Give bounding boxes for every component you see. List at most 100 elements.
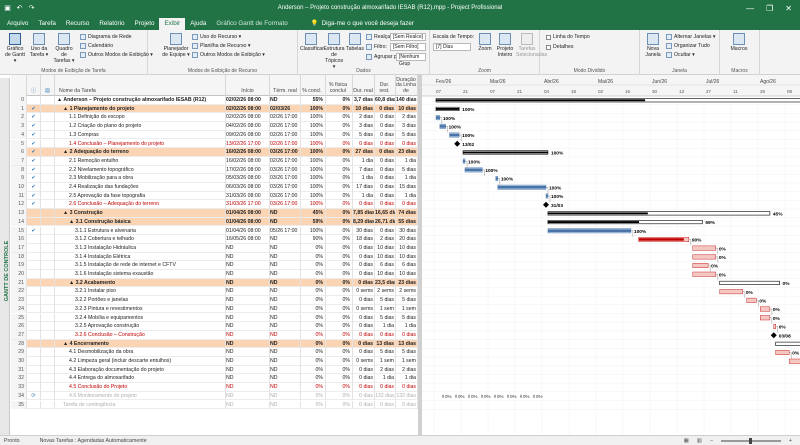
col-indicators[interactable]: ⓘ — [27, 75, 41, 96]
cell-phys[interactable]: 0% — [326, 252, 353, 262]
table-row[interactable]: 29 4.1 Desmobilização da obra ND ND 0% 0% 0 di… — [11, 348, 418, 357]
cell-ind[interactable]: ✔ — [27, 130, 41, 140]
cell-finish[interactable]: ND — [270, 96, 301, 105]
table-row[interactable]: 7 ✔ 2.1 Remoção entulho 16/02/26 08:00 02/26… — [11, 156, 418, 166]
cell-start[interactable]: ND — [226, 252, 270, 262]
table-row[interactable]: 4 ✔ 1.3 Compras 09/02/26 08:00 02/26 17:00 10… — [11, 130, 418, 140]
table-row[interactable]: 12 ✔ 2.6 Conclusão – Adequação do terreno 3… — [11, 200, 418, 210]
cell-dur[interactable]: 0 dias — [396, 139, 418, 148]
cell-ind[interactable]: ✔ — [27, 165, 41, 175]
other-task-views-button[interactable]: Outros Modos de Exibição ▾ — [80, 51, 153, 59]
cell-id[interactable]: 20 — [11, 270, 27, 279]
cell-pct[interactable]: 0% — [301, 391, 326, 401]
table-row[interactable]: 3 ✔ 1.2 Criação do plano do projeto 04/02/2… — [11, 122, 418, 131]
cell-name[interactable]: 1.1 Definição do escopo — [55, 113, 226, 122]
col-percent-complete[interactable]: % concl. — [301, 75, 326, 96]
cell-dur[interactable]: 10 dias — [396, 270, 418, 279]
cell-ind[interactable] — [27, 304, 41, 314]
table-row[interactable]: 28 ▲ 4 Encerramento ND ND 0% 0% 0 dias 13 dias 1… — [11, 339, 418, 349]
cell-name[interactable]: ▲ 1 Planejamento do projeto — [55, 104, 226, 114]
cell-adur[interactable]: 30 dias — [353, 226, 375, 235]
cell-id[interactable]: 6 — [11, 148, 27, 157]
col-physical-complete[interactable]: % física concluí — [326, 75, 353, 96]
cell-ind[interactable] — [27, 313, 41, 322]
cell-mode[interactable] — [41, 270, 55, 279]
cell-name[interactable]: 4.6 Monitoramento do projeto — [55, 391, 226, 401]
tables-button[interactable]: Tabelas — [344, 33, 366, 52]
cell-adur[interactable]: 1 dia — [353, 174, 375, 183]
cell-id[interactable]: 22 — [11, 287, 27, 296]
cell-name[interactable]: 3.1.3 Instalação Hidráulica — [55, 243, 226, 253]
cell-phys[interactable]: 0% — [326, 313, 353, 322]
cell-start[interactable]: ND — [226, 365, 270, 375]
view-gantt-icon[interactable]: ▦ — [684, 438, 689, 444]
cell-adur[interactable]: 5 dias — [353, 130, 375, 140]
cell-ind[interactable] — [27, 235, 41, 244]
cell-name[interactable]: 3.2.5 Aprovação construção — [55, 322, 226, 331]
cell-ind[interactable] — [27, 348, 41, 357]
cell-id[interactable]: 5 — [11, 139, 27, 148]
cell-finish[interactable]: ND — [270, 287, 301, 296]
cell-dur[interactable]: 1 dia — [396, 322, 418, 331]
cell-rdur[interactable]: 1 sem — [375, 357, 396, 366]
cell-ind[interactable]: ✔ — [27, 183, 41, 192]
cell-pct[interactable]: 0% — [301, 339, 326, 349]
cell-pct[interactable]: 100% — [301, 122, 326, 131]
redo-icon[interactable]: ↷ — [28, 5, 35, 12]
cell-finish[interactable]: ND — [270, 400, 301, 409]
cell-finish[interactable]: 03/26 17:00 — [270, 191, 301, 201]
cell-name[interactable]: 2.3 Mobilização para a obra — [55, 174, 226, 183]
cell-ind[interactable] — [27, 209, 41, 218]
cell-id[interactable]: 25 — [11, 313, 27, 322]
cell-pct[interactable]: 0% — [301, 348, 326, 357]
cell-phys[interactable]: 0% — [326, 113, 353, 122]
cell-name[interactable]: 3.1.1 Estrutura e alvenaria — [55, 226, 226, 235]
cell-pct[interactable]: 0% — [301, 383, 326, 392]
cell-id[interactable]: 4 — [11, 130, 27, 140]
cell-ind[interactable] — [27, 339, 41, 349]
cell-start[interactable]: 02/02/26 08:00 — [226, 96, 270, 105]
cell-rdur[interactable]: 0 dias — [375, 183, 396, 192]
cell-rdur[interactable]: 0 dias — [375, 156, 396, 166]
cell-start[interactable]: ND — [226, 357, 270, 366]
cell-start[interactable]: ND — [226, 339, 270, 349]
cell-rdur[interactable]: 5 dias — [375, 296, 396, 305]
cell-mode[interactable] — [41, 391, 55, 401]
cell-rdur[interactable]: 0 dias — [375, 200, 396, 209]
table-row[interactable]: 35 Tarefa de contingência ND ND 0% 0% 0 dias 0 … — [11, 400, 418, 410]
cell-start[interactable]: ND — [226, 243, 270, 253]
timescale-dropdown[interactable]: [7] Dias — [433, 43, 471, 51]
cell-id[interactable]: 8 — [11, 165, 27, 175]
cell-mode[interactable] — [41, 278, 55, 288]
cell-adur[interactable]: 7,85 dias — [353, 209, 375, 218]
cell-name[interactable]: 2.4 Realização das fundações — [55, 183, 226, 192]
tab-0[interactable]: Arquivo — [2, 18, 33, 30]
cell-mode[interactable] — [41, 296, 55, 305]
cell-id[interactable]: 24 — [11, 304, 27, 314]
cell-rdur[interactable]: 5 dias — [375, 313, 396, 322]
cell-dur[interactable]: 3 dias — [396, 122, 418, 131]
zoom-button[interactable]: Zoom — [474, 33, 496, 52]
cell-dur[interactable]: 6 dias — [396, 261, 418, 270]
cell-start[interactable]: 16/02/26 08:00 — [226, 156, 270, 166]
cell-rdur[interactable]: 0 dias — [375, 104, 396, 114]
cell-start[interactable]: ND — [226, 287, 270, 296]
cell-mode[interactable] — [41, 122, 55, 131]
cell-name[interactable]: 4.1 Desmobilização da obra — [55, 348, 226, 357]
cell-finish[interactable]: ND — [270, 209, 301, 218]
table-row[interactable]: 24 3.2.3 Pintura e revestimentos ND ND 0% 0% 0… — [11, 304, 418, 314]
table-row[interactable]: 5 ✔ 1.4 Conclusão – Planejamento do projet… — [11, 139, 418, 149]
cell-pct[interactable]: 0% — [301, 304, 326, 314]
cell-phys[interactable]: 0% — [326, 357, 353, 366]
cell-dur[interactable]: 0 dias — [396, 200, 418, 209]
cell-finish[interactable]: ND — [270, 217, 301, 227]
cell-rdur[interactable]: 132 dias — [375, 391, 396, 401]
cell-name[interactable]: 3.1.2 Cobertura e telhado — [55, 235, 226, 244]
cell-mode[interactable] — [41, 174, 55, 183]
cell-name[interactable]: 3.2.1 Instalar piso — [55, 287, 226, 296]
cell-adur[interactable]: 0 dias — [353, 400, 375, 409]
table-row[interactable]: 32 4.4 Entrega do almoxarifado ND ND 0% 0% 0 d… — [11, 374, 418, 384]
cell-mode[interactable] — [41, 261, 55, 270]
cell-adur[interactable]: 0 dias — [353, 365, 375, 375]
cell-phys[interactable]: 0% — [326, 174, 353, 183]
